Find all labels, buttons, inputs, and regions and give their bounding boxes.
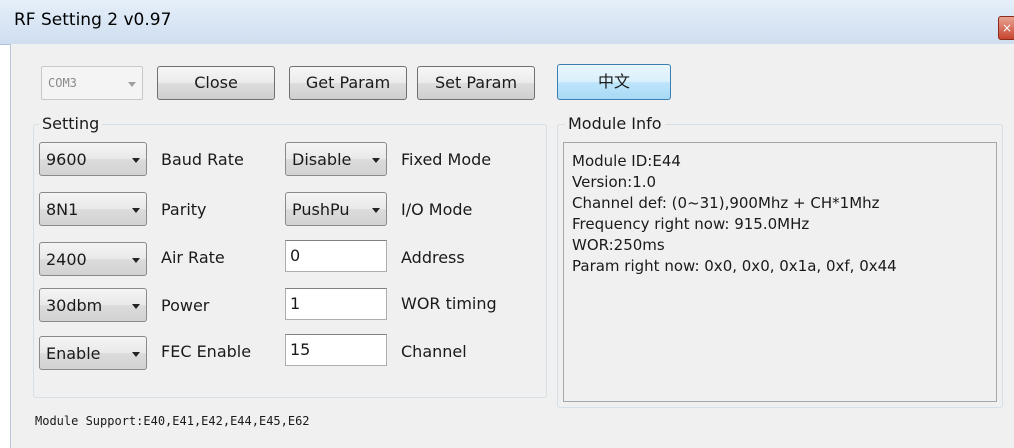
- power-select[interactable]: 30dbm: [39, 288, 147, 322]
- module-info-line: Frequency right now: 915.0MHz: [572, 215, 810, 233]
- fec-enable-label: FEC Enable: [161, 342, 252, 361]
- chevron-down-icon: [128, 82, 136, 87]
- module-info-line: Version:1.0: [572, 173, 657, 191]
- com-port-value: COM3: [48, 76, 77, 90]
- title-bar: RF Setting 2 v0.97 ×: [0, 0, 1014, 45]
- parity-value: 8N1: [46, 200, 79, 219]
- module-info-line: Param right now: 0x0, 0x0, 0x1a, 0xf, 0x…: [572, 257, 897, 275]
- baud-rate-select[interactable]: 9600: [39, 142, 147, 176]
- chevron-down-icon: [132, 304, 140, 309]
- io-mode-label: I/O Mode: [401, 200, 473, 219]
- fixed-mode-value: Disable: [292, 150, 352, 169]
- power-label: Power: [161, 296, 210, 315]
- parity-label: Parity: [161, 200, 207, 219]
- close-port-button[interactable]: Close: [157, 66, 275, 100]
- fec-value: Enable: [46, 344, 101, 363]
- module-info-text: Module ID:E44 Version:1.0 Channel def: (…: [563, 142, 997, 402]
- language-chinese-button[interactable]: 中文: [557, 64, 671, 100]
- chevron-down-icon: [132, 258, 140, 263]
- chevron-down-icon: [132, 158, 140, 163]
- set-param-button[interactable]: Set Param: [417, 66, 535, 100]
- fixed-mode-label: Fixed Mode: [401, 150, 492, 169]
- baud-rate-value: 9600: [46, 150, 87, 169]
- io-mode-select[interactable]: PushPu: [285, 192, 387, 226]
- chevron-down-icon: [372, 208, 380, 213]
- fixed-mode-select[interactable]: Disable: [285, 142, 387, 176]
- air-rate-value: 2400: [46, 250, 87, 269]
- wor-timing-label: WOR timing: [401, 294, 497, 313]
- io-mode-value: PushPu: [292, 200, 350, 219]
- power-value: 30dbm: [46, 296, 103, 315]
- module-info-line: WOR:250ms: [572, 236, 665, 254]
- module-info-line: Module ID:E44: [572, 152, 681, 170]
- air-rate-label: Air Rate: [161, 248, 225, 267]
- baud-rate-label: Baud Rate: [161, 150, 244, 169]
- wor-timing-input[interactable]: 1: [285, 288, 387, 320]
- module-support-text: Module Support:E40,E41,E42,E44,E45,E62: [35, 414, 310, 428]
- address-label: Address: [401, 248, 465, 267]
- address-input[interactable]: 0: [285, 240, 387, 272]
- chevron-down-icon: [132, 352, 140, 357]
- chevron-down-icon: [132, 208, 140, 213]
- air-rate-select[interactable]: 2400: [39, 242, 147, 276]
- chevron-down-icon: [372, 158, 380, 163]
- window-title: RF Setting 2 v0.97: [14, 10, 172, 30]
- module-info-line: Channel def: (0~31),900Mhz + CH*1Mhz: [572, 194, 880, 212]
- channel-input[interactable]: 15: [285, 334, 387, 366]
- get-param-button[interactable]: Get Param: [289, 66, 407, 100]
- parity-select[interactable]: 8N1: [39, 192, 147, 226]
- com-port-select[interactable]: COM3: [41, 66, 143, 100]
- window-close-button[interactable]: ×: [998, 16, 1014, 40]
- setting-group-label: Setting: [39, 114, 103, 133]
- module-info-group-label: Module Info: [565, 114, 665, 133]
- main-panel: COM3 Close Get Param Set Param 中文 Settin…: [10, 44, 1014, 448]
- channel-label: Channel: [401, 342, 467, 361]
- fec-select[interactable]: Enable: [39, 336, 147, 370]
